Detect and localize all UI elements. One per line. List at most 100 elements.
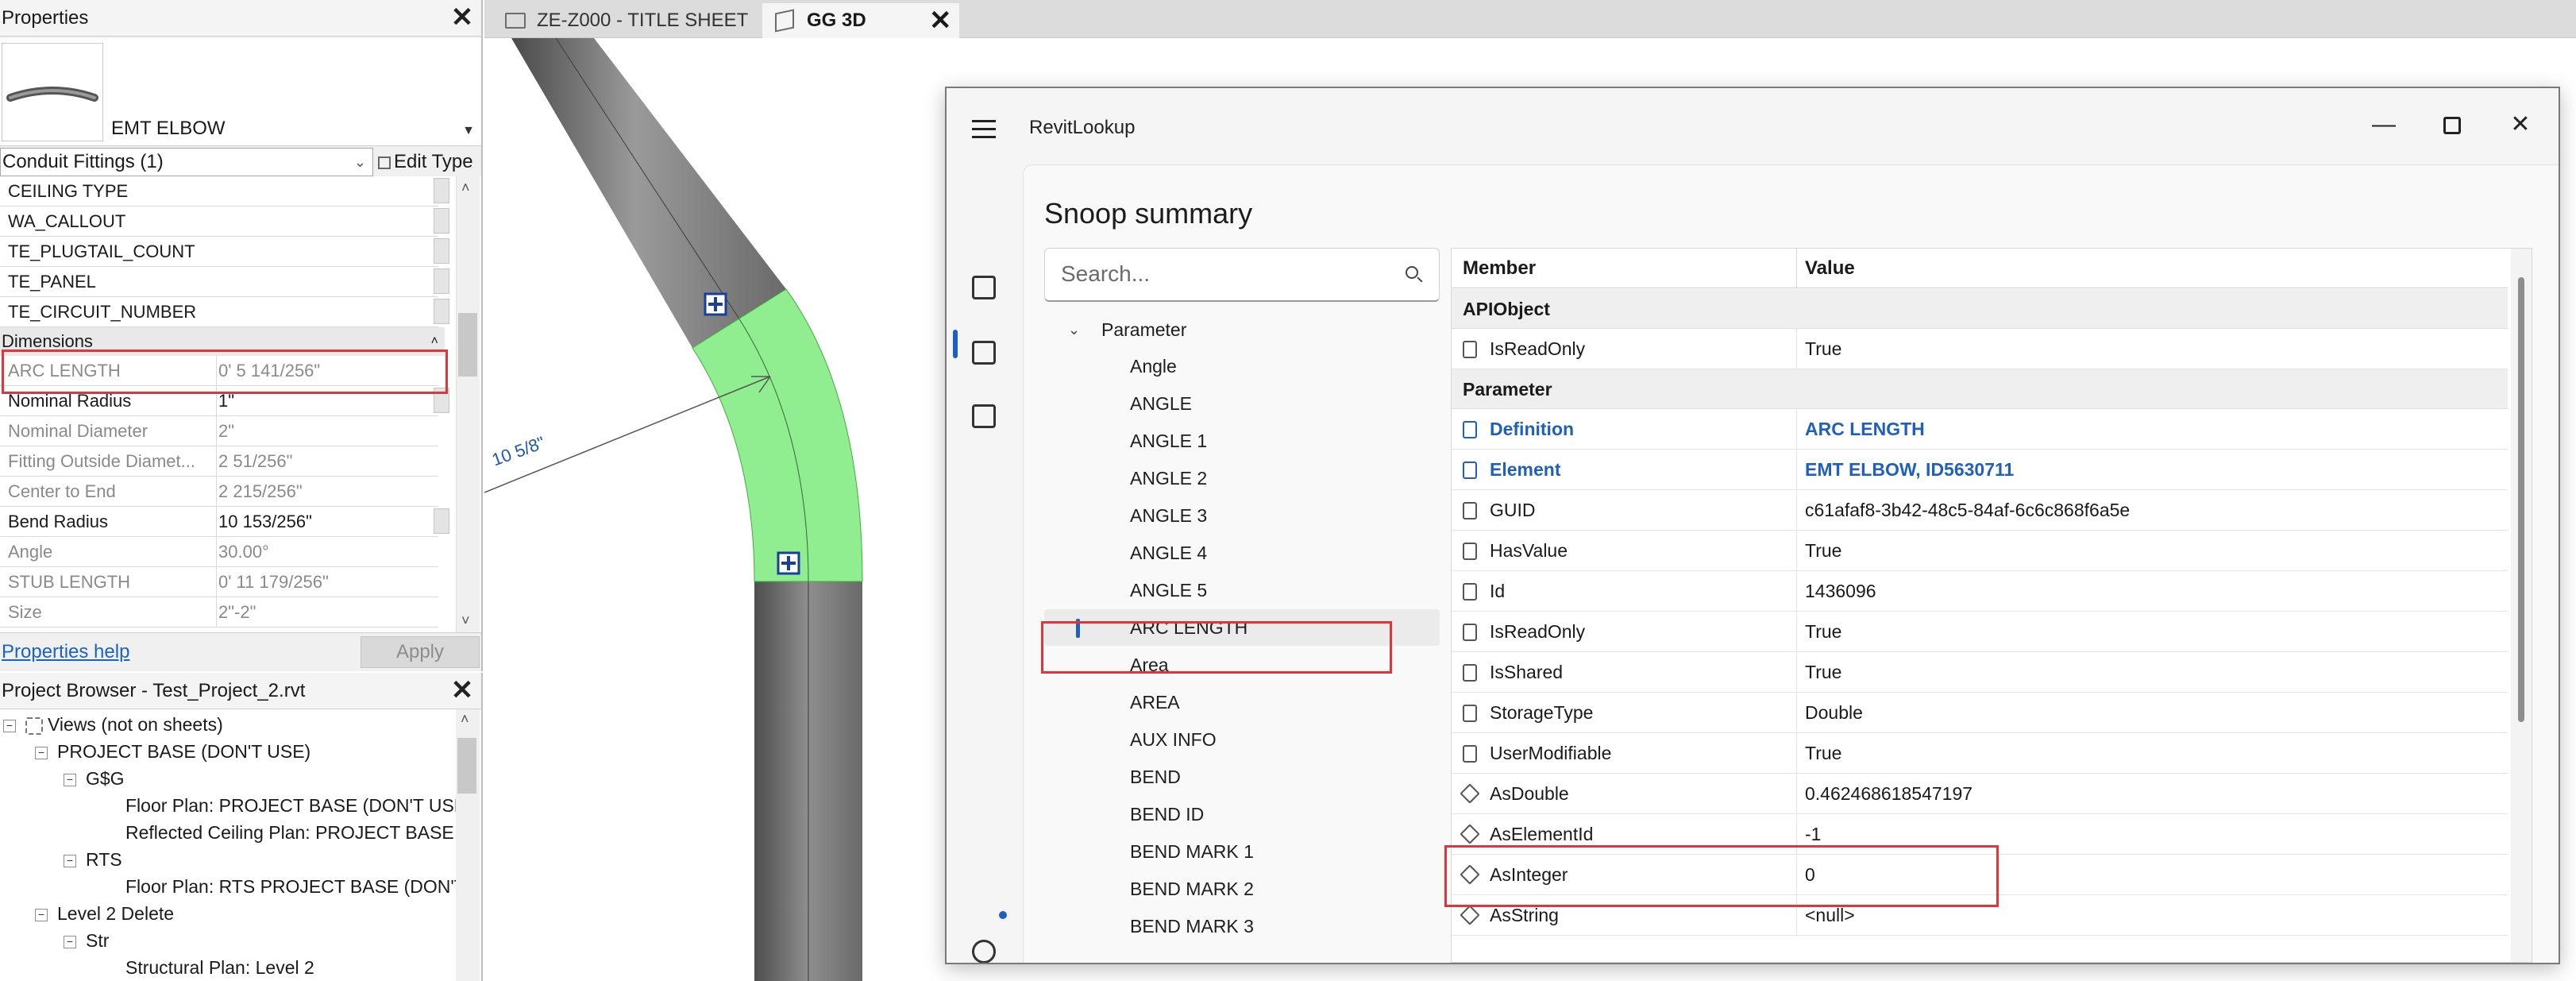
edit-type-button[interactable]: Edit Type: [378, 148, 473, 176]
tree-item[interactable]: BEND MARK 2: [1044, 871, 1440, 907]
browser-scrollbar[interactable]: ˄: [456, 709, 480, 981]
element-filter-select[interactable]: Conduit Fittings (1) ⌄: [0, 148, 373, 176]
table-scrollbar[interactable]: [2511, 249, 2532, 962]
tree-item[interactable]: ANGLE: [1044, 385, 1440, 422]
snoop-summary-icon[interactable]: [972, 341, 996, 365]
minimize-icon[interactable]: —: [2360, 102, 2408, 147]
settings-gear-icon[interactable]: [972, 940, 996, 963]
type-selector[interactable]: EMT ELBOW ▼: [0, 38, 481, 146]
apply-button[interactable]: Apply: [361, 636, 480, 668]
tab-title-sheet[interactable]: ZE-Z000 - TITLE SHEET: [492, 3, 762, 38]
table-row[interactable]: UserModifiable True: [1452, 733, 2508, 774]
type-dropdown-icon[interactable]: ▼: [462, 124, 475, 138]
hamburger-menu-icon[interactable]: [972, 120, 996, 139]
search-icon[interactable]: [1406, 266, 1423, 284]
collapse-icon[interactable]: −: [64, 935, 76, 948]
property-button[interactable]: [434, 208, 449, 234]
search-input[interactable]: [1061, 260, 1394, 288]
property-row[interactable]: TE_PANEL: [0, 267, 449, 297]
property-row[interactable]: Nominal Diameter 2": [0, 416, 438, 446]
table-row[interactable]: Id 1436096: [1452, 571, 2508, 612]
browser-node-views[interactable]: − Views (not on sheets): [3, 711, 223, 738]
tree-item[interactable]: Angle: [1044, 348, 1440, 384]
collapse-icon[interactable]: −: [35, 746, 48, 759]
property-row[interactable]: TE_CIRCUIT_NUMBER: [0, 297, 449, 327]
property-button[interactable]: [434, 268, 449, 294]
property-button[interactable]: [434, 508, 449, 534]
tree-item[interactable]: BEND MARK 3: [1044, 908, 1440, 944]
property-button[interactable]: [434, 178, 449, 203]
browser-leaf[interactable]: Floor Plan: PROJECT BASE (DON'T USE: [125, 792, 466, 819]
tree-item[interactable]: ANGLE 3: [1044, 497, 1440, 534]
tree-item[interactable]: BEND: [1044, 759, 1440, 795]
dashboard-icon[interactable]: [972, 276, 996, 299]
collapse-icon[interactable]: −: [64, 773, 76, 786]
collapse-icon[interactable]: −: [3, 719, 16, 732]
browser-node[interactable]: − G$G: [64, 765, 125, 792]
table-row-asdouble[interactable]: AsDouble 0.462468618547197: [1452, 774, 2508, 814]
browser-leaf[interactable]: Floor Plan: RTS PROJECT BASE (DON'T: [125, 873, 465, 900]
conduit-elbow-model[interactable]: [484, 38, 961, 981]
collapse-icon[interactable]: −: [64, 854, 76, 867]
property-row[interactable]: Fitting Outside Diamet... 2 51/256": [0, 446, 438, 477]
table-row-link[interactable]: Element EMT ELBOW, ID5630711: [1452, 450, 2508, 490]
property-button[interactable]: [434, 238, 449, 264]
scroll-up-icon[interactable]: ˄: [461, 180, 470, 196]
collapse-icon[interactable]: −: [35, 908, 48, 921]
column-header-member[interactable]: Member: [1463, 249, 1536, 288]
property-row[interactable]: WA_CALLOUT: [0, 207, 449, 237]
search-field[interactable]: [1044, 248, 1440, 302]
table-row-link[interactable]: Definition ARC LENGTH: [1452, 409, 2508, 450]
table-row[interactable]: HasValue True: [1452, 531, 2508, 571]
tree-item[interactable]: AREA: [1044, 684, 1440, 720]
property-row[interactable]: Size 2"-2": [0, 597, 438, 628]
scrollbar-thumb[interactable]: [2518, 277, 2524, 722]
table-row[interactable]: GUID c61afaf8-3b42-48c5-84af-6c6c868f6a5e: [1452, 490, 2508, 531]
maximize-icon[interactable]: [2428, 102, 2476, 147]
property-row[interactable]: STUB LENGTH 0' 11 179/256": [0, 567, 438, 597]
value-cell[interactable]: ARC LENGTH: [1796, 409, 1925, 449]
value-cell[interactable]: EMT ELBOW, ID5630711: [1796, 450, 2014, 489]
chevron-down-icon[interactable]: ⌄: [1068, 311, 1080, 348]
tree-item[interactable]: BEND ID: [1044, 796, 1440, 832]
events-monitor-icon[interactable]: [972, 404, 996, 428]
views-icon: [25, 716, 43, 735]
property-row[interactable]: Bend Radius 10 153/256": [0, 507, 449, 537]
property-row[interactable]: TE_PLUGTAIL_COUNT: [0, 237, 449, 267]
table-row[interactable]: IsReadOnly True: [1452, 329, 2508, 369]
group-header-parameter[interactable]: Parameter: [1452, 369, 2508, 409]
group-header-apiobject[interactable]: APIObject: [1452, 289, 2508, 329]
property-button[interactable]: [434, 299, 449, 324]
properties-close-icon[interactable]: ✕: [449, 4, 475, 31]
tree-item[interactable]: AUX INFO: [1044, 721, 1440, 758]
column-header-value[interactable]: Value: [1796, 249, 1855, 288]
property-row[interactable]: CEILING TYPE: [0, 176, 449, 207]
browser-leaf[interactable]: Structural Plan: Level 2: [125, 954, 314, 981]
table-row[interactable]: IsReadOnly True: [1452, 612, 2508, 652]
properties-help-link[interactable]: Properties help: [2, 641, 129, 663]
browser-leaf[interactable]: Reflected Ceiling Plan: PROJECT BASE (: [125, 819, 465, 846]
tree-item[interactable]: BEND MARK 1: [1044, 833, 1440, 870]
scroll-down-icon[interactable]: ˅: [461, 612, 470, 629]
scroll-up-icon[interactable]: ˄: [461, 711, 469, 728]
browser-node[interactable]: − Str: [64, 927, 109, 954]
scrollbar-thumb[interactable]: [458, 313, 477, 377]
property-row[interactable]: Angle 30.00°: [0, 537, 438, 567]
browser-node[interactable]: − PROJECT BASE (DON'T USE): [35, 738, 310, 765]
property-row[interactable]: Center to End 2 215/256": [0, 477, 438, 507]
tree-item[interactable]: ANGLE 4: [1044, 535, 1440, 571]
tree-item[interactable]: ANGLE 2: [1044, 460, 1440, 496]
property-value[interactable]: 10 153/256": [216, 507, 438, 536]
close-icon[interactable]: ✕: [2497, 102, 2544, 147]
tree-item[interactable]: ANGLE 5: [1044, 572, 1440, 608]
browser-node[interactable]: − RTS: [64, 846, 122, 873]
table-row[interactable]: IsShared True: [1452, 652, 2508, 693]
properties-scrollbar[interactable]: ˄ ˅: [456, 176, 480, 632]
tree-item[interactable]: ANGLE 1: [1044, 423, 1440, 459]
table-row[interactable]: StorageType Double: [1452, 693, 2508, 733]
browser-node[interactable]: − Level 2 Delete: [35, 900, 174, 927]
scrollbar-thumb[interactable]: [457, 738, 476, 794]
tree-root-parameter[interactable]: ⌄ Parameter: [1044, 311, 1440, 348]
project-browser-close-icon[interactable]: ✕: [449, 677, 475, 704]
tab-close-icon[interactable]: ✕: [929, 3, 952, 38]
